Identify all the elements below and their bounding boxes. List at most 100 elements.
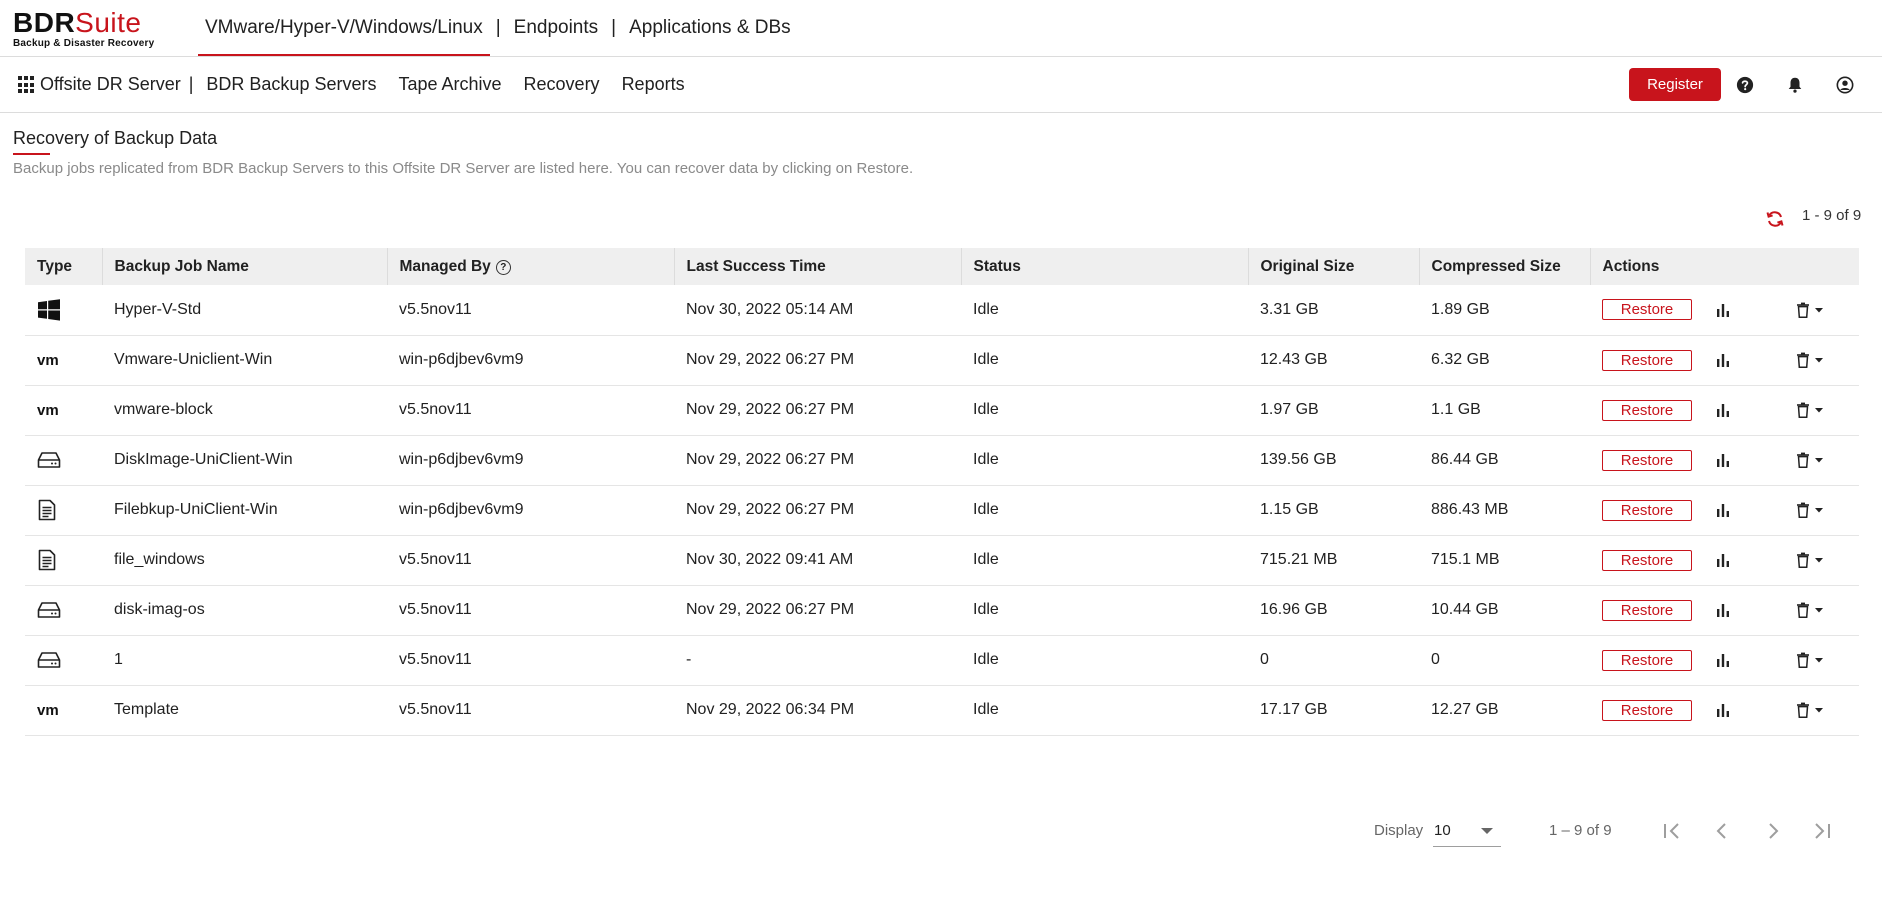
help-icon[interactable] (1736, 76, 1754, 94)
row-actions: Restore (1590, 685, 1859, 736)
table-row: file_windows v5.5nov11 Nov 30, 2022 09:41 … (25, 535, 1859, 586)
row-managed-by: v5.5nov11 (387, 685, 674, 736)
bar-chart-icon[interactable] (1715, 652, 1731, 668)
user-account-icon[interactable] (1836, 76, 1854, 94)
page-size-select[interactable]: 10 (1433, 814, 1501, 847)
row-type-cell: vm (25, 685, 102, 736)
restore-button[interactable]: Restore (1602, 699, 1692, 721)
bar-chart-icon[interactable] (1715, 302, 1731, 318)
col-header-managed-by[interactable]: Managed By? (387, 248, 675, 285)
file-icon (38, 549, 56, 571)
bell-icon[interactable] (1786, 76, 1804, 94)
col-header-compressed-size[interactable]: Compressed Size (1419, 248, 1591, 285)
more-actions-caret-icon[interactable] (1814, 605, 1824, 615)
bar-chart-icon[interactable] (1715, 552, 1731, 568)
more-actions-caret-icon[interactable] (1814, 455, 1824, 465)
refresh-icon[interactable] (1765, 209, 1785, 229)
restore-button[interactable]: Restore (1602, 399, 1692, 421)
managed-by-help-icon[interactable]: ? (495, 259, 511, 275)
restore-button[interactable]: Restore (1602, 599, 1692, 621)
display-label: Display (1374, 822, 1424, 839)
dropdown-arrow-icon (1481, 828, 1493, 834)
disk-drive-icon (37, 452, 61, 468)
apps-grid-icon[interactable] (18, 76, 36, 94)
restore-button[interactable]: Restore (1602, 649, 1692, 671)
restore-button[interactable]: Restore (1602, 449, 1692, 471)
row-status: Idle (961, 635, 1248, 686)
more-actions-caret-icon[interactable] (1814, 505, 1824, 515)
delete-icon[interactable] (1795, 402, 1811, 418)
restore-button[interactable]: Restore (1602, 349, 1692, 371)
nav-offsite-dr-server[interactable]: Offsite DR Server (40, 74, 192, 95)
more-actions-caret-icon[interactable] (1814, 305, 1824, 315)
row-last-success-time: Nov 29, 2022 06:27 PM (674, 485, 961, 536)
brand-logo[interactable]: BDRSuite Backup & Disaster Recovery (13, 9, 154, 50)
table-row: 1 v5.5nov11- Idle 0 0 Restore (25, 635, 1859, 686)
bar-chart-icon[interactable] (1715, 352, 1731, 368)
col-header-managed-by-label: Managed By (399, 257, 491, 275)
product-tab-vmware-hyperv-windows-linux[interactable]: VMware/Hyper-V/Windows/Linux (198, 0, 490, 56)
product-tab-endpoints[interactable]: Endpoints (507, 0, 606, 56)
row-last-success-time: Nov 30, 2022 09:41 AM (674, 535, 961, 586)
row-status: Idle (961, 385, 1248, 436)
product-tab-applications-dbs[interactable]: Applications & DBs (622, 0, 798, 56)
row-actions: Restore (1590, 585, 1859, 636)
main-nav: Offsite DR Server | BDR Backup Servers T… (40, 57, 696, 112)
next-page-icon[interactable] (1761, 819, 1785, 843)
more-actions-caret-icon[interactable] (1814, 355, 1824, 365)
page-description: Backup jobs replicated from BDR Backup S… (13, 160, 914, 177)
delete-icon[interactable] (1795, 452, 1811, 468)
nav-recovery[interactable]: Recovery (513, 74, 611, 95)
delete-icon[interactable] (1795, 302, 1811, 318)
row-original-size: 1.97 GB (1248, 385, 1419, 436)
bar-chart-icon[interactable] (1715, 602, 1731, 618)
row-last-success-time: Nov 29, 2022 06:27 PM (674, 335, 961, 386)
svg-text:vm: vm (37, 703, 59, 717)
more-actions-caret-icon[interactable] (1814, 705, 1824, 715)
row-job-name: disk-imag-os (102, 585, 387, 636)
bar-chart-icon[interactable] (1715, 402, 1731, 418)
delete-icon[interactable] (1795, 602, 1811, 618)
col-header-backup-job-name[interactable]: Backup Job Name (102, 248, 388, 285)
bar-chart-icon[interactable] (1715, 452, 1731, 468)
register-button[interactable]: Register (1629, 68, 1721, 101)
row-last-success-time: Nov 29, 2022 06:27 PM (674, 435, 961, 486)
delete-icon[interactable] (1795, 352, 1811, 368)
row-compressed-size: 0 (1419, 635, 1590, 686)
row-original-size: 17.17 GB (1248, 685, 1419, 736)
more-actions-caret-icon[interactable] (1814, 655, 1824, 665)
col-header-type[interactable]: Type (25, 248, 103, 285)
nav-reports[interactable]: Reports (611, 74, 696, 95)
bar-chart-icon[interactable] (1715, 502, 1731, 518)
row-job-name: file_windows (102, 535, 387, 586)
table-row: Filebkup-UniClient-Win win-p6djbev6vm9 Nov… (25, 485, 1859, 536)
row-actions: Restore (1590, 535, 1859, 586)
more-actions-caret-icon[interactable] (1814, 405, 1824, 415)
row-actions: Restore (1590, 435, 1859, 486)
col-header-status[interactable]: Status (961, 248, 1249, 285)
delete-icon[interactable] (1795, 652, 1811, 668)
col-header-original-size[interactable]: Original Size (1248, 248, 1420, 285)
more-actions-caret-icon[interactable] (1814, 555, 1824, 565)
row-original-size: 715.21 MB (1248, 535, 1419, 586)
delete-icon[interactable] (1795, 702, 1811, 718)
row-managed-by: win-p6djbev6vm9 (387, 485, 674, 536)
disk-drive-icon (37, 652, 61, 668)
row-compressed-size: 86.44 GB (1419, 435, 1590, 486)
table-row: vm vmware-block v5.5nov11 Nov 29, 2022 06:2… (25, 385, 1859, 436)
restore-button[interactable]: Restore (1602, 499, 1692, 521)
nav-bdr-backup-servers[interactable]: BDR Backup Servers (195, 74, 387, 95)
restore-button[interactable]: Restore (1602, 299, 1692, 321)
delete-icon[interactable] (1795, 552, 1811, 568)
last-page-icon[interactable] (1810, 819, 1834, 843)
previous-page-icon[interactable] (1710, 819, 1734, 843)
nav-tape-archive[interactable]: Tape Archive (387, 74, 512, 95)
delete-icon[interactable] (1795, 502, 1811, 518)
restore-button[interactable]: Restore (1602, 549, 1692, 571)
title-underline (13, 153, 50, 155)
row-job-name: Filebkup-UniClient-Win (102, 485, 387, 536)
bar-chart-icon[interactable] (1715, 702, 1731, 718)
first-page-icon[interactable] (1660, 819, 1684, 843)
col-header-last-success-time[interactable]: Last Success Time (674, 248, 962, 285)
vmware-icon: vm (37, 353, 59, 367)
